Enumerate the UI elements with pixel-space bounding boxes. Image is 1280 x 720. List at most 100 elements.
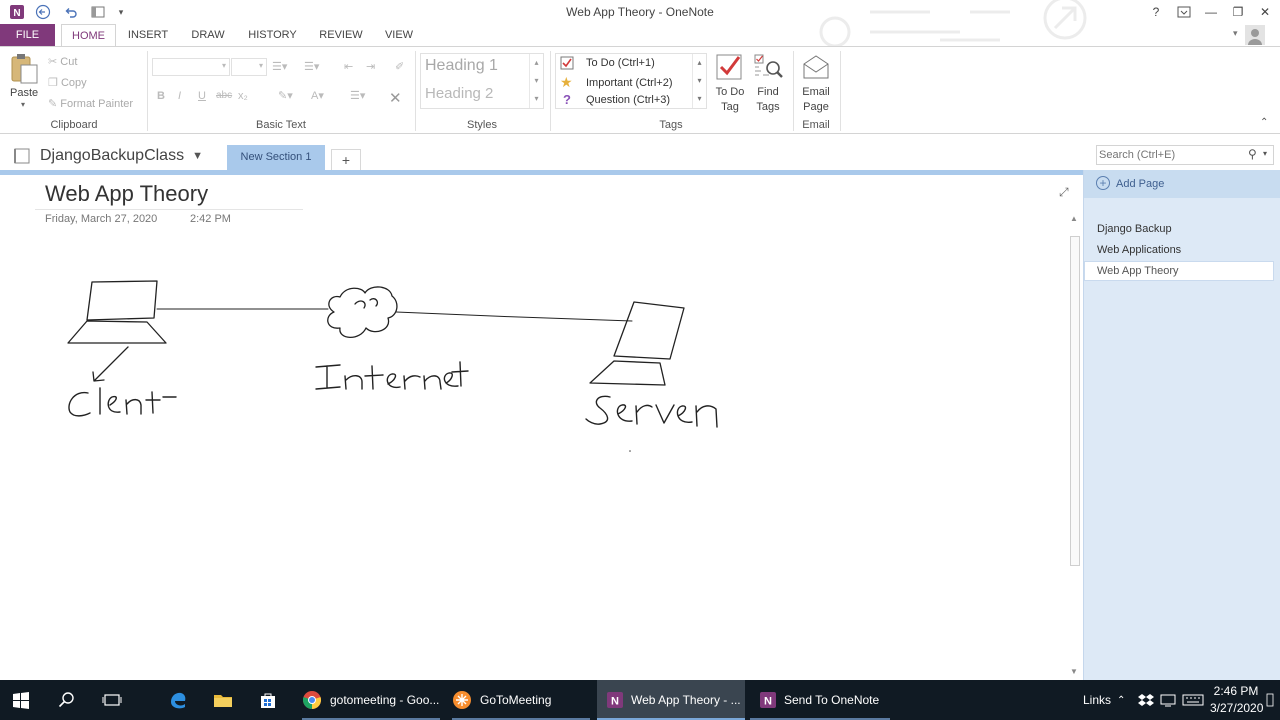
add-section-button[interactable]: + bbox=[331, 149, 361, 170]
links-toolbar[interactable]: Links bbox=[1083, 680, 1111, 720]
strikethrough-button[interactable]: abc bbox=[216, 90, 232, 101]
dock-to-desktop-icon[interactable] bbox=[89, 3, 107, 21]
tag-question[interactable]: ? Question (Ctrl+3) bbox=[560, 92, 670, 107]
tab-history[interactable]: HISTORY bbox=[245, 24, 300, 46]
scroll-up-arrow[interactable]: ▲ bbox=[1070, 214, 1078, 223]
paste-button[interactable]: Paste ▾ bbox=[8, 53, 40, 109]
notebook-icon bbox=[14, 148, 30, 164]
underline-button[interactable]: U bbox=[198, 90, 206, 102]
taskbar-item-send-to-onenote[interactable]: N Send To OneNote bbox=[750, 680, 890, 720]
page-vertical-scrollbar[interactable]: ▲ ▼ bbox=[1068, 212, 1082, 680]
customize-qat-icon[interactable]: ▾ bbox=[112, 3, 130, 21]
delete-icon[interactable]: ✕ bbox=[389, 89, 402, 107]
italic-button[interactable]: I bbox=[178, 90, 181, 102]
bullets-icon[interactable]: ☰▾ bbox=[272, 60, 287, 73]
tags-scroll[interactable]: ▴ ▾ ▾ bbox=[692, 54, 706, 108]
account-dropdown-icon[interactable]: ▾ bbox=[1233, 28, 1238, 39]
search-box[interactable]: ⚲ ▾ bbox=[1096, 145, 1274, 165]
clipboard-group-label: Clipboard bbox=[50, 119, 98, 131]
styles-scroll[interactable]: ▴ ▾ ▾ bbox=[529, 54, 543, 108]
outdent-icon[interactable]: ⇤ bbox=[344, 60, 353, 73]
scroll-thumb[interactable] bbox=[1070, 236, 1080, 566]
restore-button[interactable]: ❐ bbox=[1225, 2, 1251, 22]
windows-taskbar: gotomeeting - Goo... GoToMeeting N Web A… bbox=[0, 680, 1280, 720]
client-handwriting bbox=[68, 387, 177, 417]
notebook-bar: DjangoBackupClass ▼ New Section 1 + ⚲ ▾ bbox=[0, 134, 1280, 172]
font-name-select[interactable]: ▾ bbox=[152, 58, 230, 76]
find-tags-button[interactable]: Find Tags bbox=[751, 51, 785, 113]
dropbox-icon[interactable] bbox=[1138, 680, 1154, 720]
taskbar-item-onenote[interactable]: N Web App Theory - ... bbox=[597, 680, 745, 720]
search-input[interactable] bbox=[1099, 148, 1239, 162]
tab-file[interactable]: FILE bbox=[0, 24, 55, 46]
tab-draw[interactable]: DRAW bbox=[187, 24, 229, 46]
copy-button[interactable]: ❐ Copy bbox=[48, 76, 87, 89]
search-taskbar-icon[interactable] bbox=[58, 680, 80, 720]
email-page-button[interactable]: Email Page bbox=[797, 51, 835, 113]
taskbar-item-gotomeeting[interactable]: GoToMeeting bbox=[452, 680, 590, 720]
format-painter-button[interactable]: ✎ Format Painter bbox=[48, 97, 133, 110]
subscript-button[interactable]: x₂ bbox=[238, 90, 248, 102]
action-center-icon[interactable] bbox=[1266, 680, 1274, 720]
tags-group-label: Tags bbox=[659, 119, 683, 131]
tag-important[interactable]: ★ Important (Ctrl+2) bbox=[560, 74, 673, 91]
tab-home[interactable]: HOME bbox=[61, 24, 116, 46]
align-icon[interactable]: ☰▾ bbox=[350, 89, 365, 102]
search-scope-dropdown-icon[interactable]: ▾ bbox=[1263, 149, 1267, 158]
help-button[interactable]: ? bbox=[1143, 2, 1169, 22]
onenote-logo-icon: N bbox=[8, 3, 26, 21]
onenote-send-icon: N bbox=[760, 692, 776, 708]
store-icon[interactable] bbox=[258, 680, 280, 720]
page-item-django-backup[interactable]: Django Backup bbox=[1097, 223, 1172, 235]
brush-icon: ✎ bbox=[48, 98, 58, 110]
page-item-web-app-theory[interactable]: Web App Theory bbox=[1084, 261, 1274, 281]
close-button[interactable]: ✕ bbox=[1252, 2, 1278, 22]
todo-tag-button[interactable]: To Do Tag bbox=[713, 51, 745, 113]
keyboard-icon[interactable] bbox=[1182, 680, 1204, 720]
server-sketch bbox=[589, 301, 685, 386]
highlight-icon[interactable]: ✎▾ bbox=[278, 89, 293, 102]
copy-icon: ❐ bbox=[48, 77, 58, 89]
ribbon: Paste ▾ ✂ Cut ❐ Copy ✎ Format Painter Cl… bbox=[0, 46, 1280, 134]
add-page-button[interactable]: + Add Page bbox=[1084, 170, 1280, 198]
section-tab-new-section-1[interactable]: New Section 1 bbox=[227, 145, 325, 170]
style-heading-2[interactable]: Heading 2 bbox=[425, 85, 493, 102]
file-explorer-icon[interactable] bbox=[213, 680, 235, 720]
ribbon-display-options-icon[interactable] bbox=[1171, 2, 1197, 22]
numbering-icon[interactable]: ☰▾ bbox=[304, 60, 319, 73]
chrome-icon bbox=[302, 691, 322, 709]
clock-date[interactable]: 3/27/2020 bbox=[1210, 701, 1263, 715]
show-hidden-icons[interactable]: ⌃ bbox=[1117, 680, 1125, 720]
tab-view[interactable]: VIEW bbox=[381, 24, 417, 46]
ink-drawing[interactable] bbox=[0, 175, 1066, 680]
style-heading-1[interactable]: Heading 1 bbox=[425, 57, 498, 75]
tab-review[interactable]: REVIEW bbox=[316, 24, 366, 46]
star-icon: ★ bbox=[560, 74, 573, 90]
checkmark-icon bbox=[716, 54, 742, 80]
page-item-web-applications[interactable]: Web Applications bbox=[1097, 244, 1181, 256]
start-button[interactable] bbox=[12, 680, 34, 720]
collapse-ribbon-icon[interactable]: ⌃ bbox=[1260, 117, 1268, 128]
scroll-down-arrow[interactable]: ▼ bbox=[1070, 667, 1078, 676]
tab-insert[interactable]: INSERT bbox=[124, 24, 172, 46]
task-view-icon[interactable] bbox=[102, 680, 124, 720]
checkbox-icon bbox=[560, 56, 574, 70]
indent-icon[interactable]: ⇥ bbox=[366, 60, 375, 73]
back-icon[interactable] bbox=[34, 3, 52, 21]
clock-time[interactable]: 2:46 PM bbox=[1210, 684, 1262, 698]
undo-icon[interactable] bbox=[62, 3, 80, 21]
minimize-button[interactable]: — bbox=[1198, 2, 1224, 22]
notebook-dropdown-icon: ▼ bbox=[192, 150, 203, 162]
notebook-selector[interactable]: DjangoBackupClass ▼ bbox=[12, 147, 203, 165]
clear-formatting-icon[interactable]: ✐ bbox=[395, 60, 404, 73]
tag-todo[interactable]: To Do (Ctrl+1) bbox=[560, 56, 655, 70]
avatar[interactable] bbox=[1245, 25, 1265, 45]
cut-button[interactable]: ✂ Cut bbox=[48, 55, 77, 68]
bold-button[interactable]: B bbox=[157, 90, 165, 102]
search-icon[interactable]: ⚲ bbox=[1248, 147, 1257, 161]
font-size-select[interactable]: ▾ bbox=[231, 58, 267, 76]
network-icon[interactable] bbox=[1160, 680, 1176, 720]
font-color-icon[interactable]: A▾ bbox=[311, 89, 324, 102]
edge-icon[interactable] bbox=[168, 680, 190, 720]
taskbar-item-chrome[interactable]: gotomeeting - Goo... bbox=[302, 680, 440, 720]
